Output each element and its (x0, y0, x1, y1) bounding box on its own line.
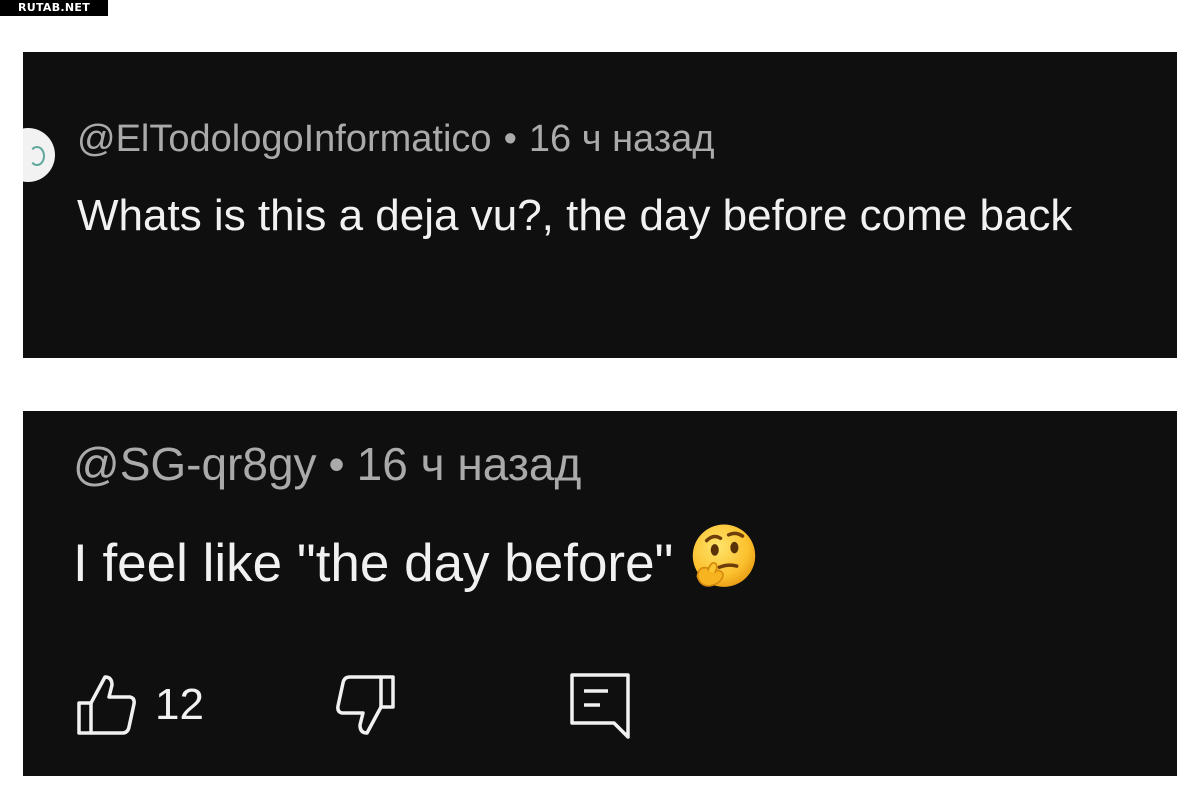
thumbs-down-icon (336, 675, 395, 735)
comment-reply-icon (570, 673, 630, 739)
comment-text: Whats is this a deja vu?, the day before… (77, 191, 1073, 240)
site-watermark: RUTAB.NET (0, 0, 108, 16)
thumbs-up-icon (77, 675, 136, 735)
comment-text: I feel like "the day before" (73, 534, 674, 593)
comment-1: @ElTodologoInformatico • 16 ч назад Whats … (23, 52, 1177, 358)
like-button[interactable]: 12 (75, 673, 204, 737)
reply-button[interactable] (568, 671, 632, 743)
separator-dot: • (503, 118, 517, 160)
author-name[interactable]: @SG-qr8gy (73, 438, 317, 490)
timestamp[interactable]: 16 ч назад (357, 438, 582, 490)
like-count: 12 (155, 680, 204, 729)
avatar[interactable] (23, 128, 55, 182)
comment-text-row: I feel like "the day before" (73, 521, 761, 599)
author-name[interactable]: @ElTodologoInformatico (77, 118, 492, 160)
thinking-face-emoji (693, 524, 756, 587)
timestamp[interactable]: 16 ч назад (529, 118, 715, 160)
comment-meta: @ElTodologoInformatico • 16 ч назад (77, 114, 715, 164)
comment-2: @SG-qr8gy • 16 ч назад I feel like "the da… (23, 411, 1177, 776)
dislike-button[interactable] (333, 673, 397, 737)
comment-meta: @SG-qr8gy • 16 ч назад (73, 434, 581, 494)
avatar-logo-icon (29, 146, 45, 166)
separator-dot: • (328, 438, 345, 490)
